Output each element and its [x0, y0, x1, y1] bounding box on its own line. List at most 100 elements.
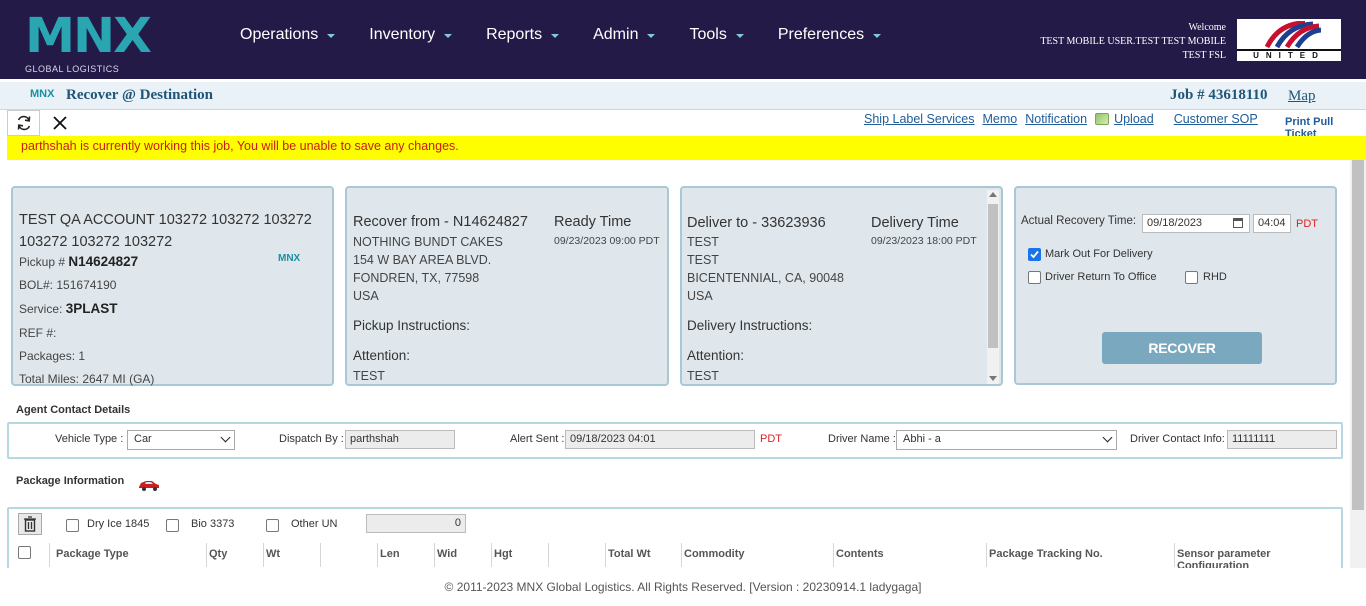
scroll-thumb[interactable] — [1352, 160, 1364, 510]
miles-row: Total Miles: 2647 MI (GA) — [19, 372, 154, 386]
scroll-down-icon[interactable] — [989, 376, 997, 381]
attention-label: Attention: — [687, 348, 745, 363]
vehicle-type-select[interactable]: Car — [127, 430, 235, 450]
driver-return-checkbox[interactable] — [1028, 271, 1041, 284]
caret-down-icon — [444, 34, 453, 38]
column-header: Wt — [263, 543, 320, 567]
upload-link[interactable]: Upload — [1114, 112, 1154, 126]
logo-wordmark: MNX — [25, 8, 152, 64]
column-header — [320, 543, 377, 567]
main-nav: Operations Inventory Reports Admin Tools… — [240, 26, 915, 44]
service-value: 3PLAST — [65, 301, 118, 316]
alert-sent-field[interactable]: 09/18/2023 04:01 — [565, 430, 755, 449]
car-icon — [137, 478, 159, 491]
caret-down-icon — [873, 34, 882, 38]
alert-sent-label: Alert Sent : — [510, 433, 565, 445]
page-title: Recover @ Destination — [66, 87, 213, 103]
account-name: TEST QA ACCOUNT 103272 103272 103272 103… — [19, 212, 312, 250]
agent-contact-title: Agent Contact Details — [16, 404, 131, 416]
nav-inventory[interactable]: Inventory — [369, 26, 453, 44]
pickup-instructions-label: Pickup Instructions: — [353, 318, 471, 333]
nav-preferences[interactable]: Preferences — [778, 26, 882, 44]
deliver-to-card: Deliver to - 33623936 Delivery Time 09/2… — [680, 186, 1003, 386]
column-header: Hgt — [491, 543, 548, 567]
rhd-checkbox[interactable] — [1185, 271, 1198, 284]
recover-button[interactable]: RECOVER — [1102, 332, 1262, 364]
scroll-thumb[interactable] — [988, 204, 998, 348]
ready-time-value: 09/23/2023 09:00 PDT — [554, 235, 660, 247]
driver-contact-field[interactable]: 11111111 — [1227, 430, 1337, 449]
nav-label: Operations — [240, 26, 319, 43]
nav-label: Inventory — [369, 26, 436, 43]
customer-sop-link[interactable]: Customer SOP — [1174, 112, 1258, 126]
attention-value: TEST — [687, 369, 719, 383]
other-un-checkbox[interactable] — [266, 519, 279, 532]
driver-return-label: Driver Return To Office — [1045, 271, 1157, 283]
packages-row: Packages: 1 — [19, 349, 85, 363]
map-link[interactable]: Map — [1288, 88, 1316, 105]
driver-name-value: Abhi - a — [903, 433, 941, 445]
bol-label: BOL#: — [19, 278, 54, 292]
bio-label: Bio 3373 — [191, 518, 235, 530]
card-scrollbar[interactable] — [987, 190, 999, 384]
scroll-up-icon[interactable] — [989, 192, 997, 197]
mnx-badge: MNX — [278, 253, 301, 264]
recovery-time-label: Actual Recovery Time: — [1021, 215, 1137, 227]
address-line: NOTHING BUNDT CAKES — [353, 235, 503, 249]
un-number-field[interactable]: 0 — [366, 514, 466, 533]
top-navbar: MNX GLOBAL LOGISTICS Operations Inventor… — [0, 0, 1366, 79]
close-icon — [52, 116, 67, 130]
column-header: Contents — [833, 543, 986, 567]
alert-timezone: PDT — [760, 433, 782, 445]
nav-label: Admin — [593, 26, 639, 43]
driver-name-select[interactable]: Abhi - a — [896, 430, 1117, 450]
packages-label: Packages: — [19, 349, 76, 363]
chevron-down-icon — [1102, 432, 1113, 443]
delivery-time-label: Delivery Time — [871, 215, 959, 231]
caret-down-icon — [735, 34, 744, 38]
pickup-label: Pickup # — [19, 255, 66, 269]
pickup-row: Pickup # N14624827 — [19, 254, 138, 269]
delete-button[interactable] — [18, 513, 42, 535]
recovery-date-input[interactable]: 09/18/2023 — [1142, 214, 1250, 233]
nav-tools[interactable]: Tools — [689, 26, 744, 44]
mark-out-checkbox[interactable] — [1028, 248, 1041, 261]
trash-icon — [24, 516, 36, 532]
miles-value: 2647 MI (GA) — [82, 372, 155, 386]
rhd-label: RHD — [1203, 271, 1227, 283]
ship-label-services-link[interactable]: Ship Label Services — [864, 112, 974, 126]
close-button[interactable] — [43, 110, 76, 136]
dry-ice-label: Dry Ice 1845 — [87, 518, 150, 530]
service-row: Service: 3PLAST — [19, 301, 117, 316]
account-card: TEST QA ACCOUNT 103272 103272 103272 103… — [11, 186, 334, 386]
refresh-button[interactable] — [7, 110, 40, 136]
page-scrollbar[interactable] — [1350, 160, 1366, 568]
dry-ice-checkbox[interactable] — [66, 519, 79, 532]
nav-reports[interactable]: Reports — [486, 26, 560, 44]
notification-link[interactable]: Notification — [1025, 112, 1087, 126]
package-panel: Dry Ice 1845 Bio 3373 Other UN 0 Package… — [7, 507, 1343, 577]
bio-checkbox[interactable] — [166, 519, 179, 532]
recovery-time-input[interactable]: 04:04 — [1253, 214, 1291, 233]
footer-copyright: © 2011-2023 MNX Global Logistics. All Ri… — [0, 568, 1366, 606]
ref-label: REF #: — [19, 326, 57, 340]
mark-out-label: Mark Out For Delivery — [1045, 248, 1153, 260]
miles-label: Total Miles: — [19, 372, 80, 386]
agent-contact-panel: Vehicle Type : Car Dispatch By : parthsh… — [7, 422, 1343, 459]
memo-link[interactable]: Memo — [982, 112, 1017, 126]
mnx-badge: MNX — [30, 88, 55, 100]
nav-admin[interactable]: Admin — [593, 26, 656, 44]
address-line: FONDREN, TX, 77598 — [353, 271, 480, 285]
service-label: Service: — [19, 302, 63, 316]
vehicle-type-label: Vehicle Type : — [55, 433, 124, 445]
dispatch-by-field[interactable]: parthshah — [345, 430, 455, 449]
select-all-checkbox[interactable] — [18, 546, 31, 559]
caret-down-icon — [551, 34, 560, 38]
column-header: Qty — [206, 543, 263, 567]
toolbar-links: Ship Label Services Memo Notification Up… — [864, 112, 1266, 126]
calendar-icon[interactable] — [1233, 218, 1243, 228]
column-header: Commodity — [681, 543, 833, 567]
bol-value: 151674190 — [56, 278, 117, 292]
nav-operations[interactable]: Operations — [240, 26, 336, 44]
mnx-logo[interactable]: MNX GLOBAL LOGISTICS — [24, 12, 160, 76]
